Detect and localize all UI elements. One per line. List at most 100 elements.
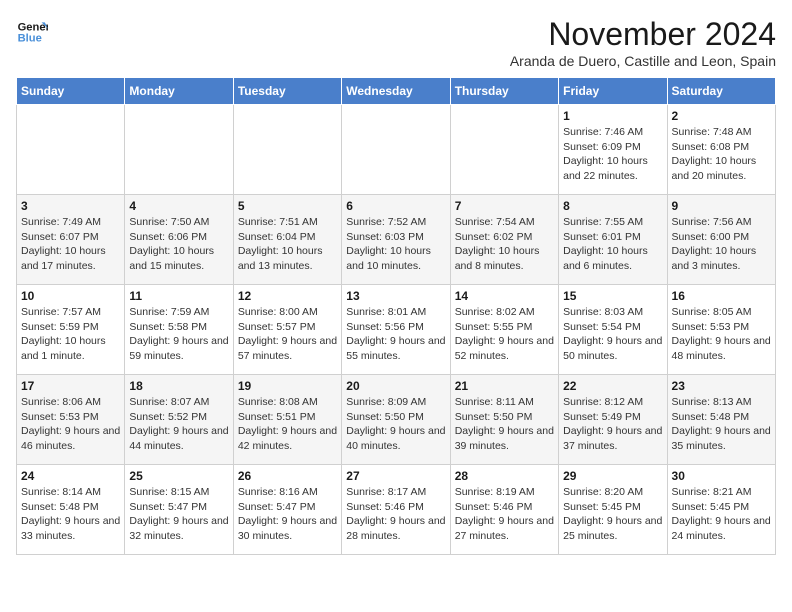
calendar-cell: 24 Sunrise: 8:14 AM Sunset: 5:48 PM Dayli… (17, 465, 125, 555)
calendar-cell (233, 105, 341, 195)
calendar-cell (450, 105, 558, 195)
day-info: Sunrise: 8:13 AM Sunset: 5:48 PM Dayligh… (672, 395, 771, 454)
weekday-header: Monday (125, 78, 233, 105)
calendar-cell: 21Sunrise: 8:11 AM Sunset: 5:50 PM Dayli… (450, 375, 558, 465)
calendar-cell: 18Sunrise: 8:07 AM Sunset: 5:52 PM Dayli… (125, 375, 233, 465)
weekday-header: Thursday (450, 78, 558, 105)
calendar-cell: 20 Sunrise: 8:09 AM Sunset: 5:50 PM Dayli… (342, 375, 450, 465)
day-number: 17 (21, 379, 120, 393)
day-info: Sunrise: 8:05 AM Sunset: 5:53 PM Dayligh… (672, 305, 771, 364)
title-area: November 2024 Aranda de Duero, Castille … (510, 16, 776, 69)
calendar-cell: 13 Sunrise: 8:01 AM Sunset: 5:56 PM Dayli… (342, 285, 450, 375)
calendar-cell: 2 Sunrise: 7:48 AM Sunset: 6:08 PM Daylig… (667, 105, 775, 195)
day-number: 8 (563, 199, 662, 213)
day-number: 3 (21, 199, 120, 213)
calendar-cell: 9 Sunrise: 7:56 AM Sunset: 6:00 PM Daylig… (667, 195, 775, 285)
day-number: 21 (455, 379, 554, 393)
calendar-week-row: 3 Sunrise: 7:49 AM Sunset: 6:07 PM Daylig… (17, 195, 776, 285)
day-info: Sunrise: 8:14 AM Sunset: 5:48 PM Dayligh… (21, 485, 120, 544)
day-info: Sunrise: 8:12 AM Sunset: 5:49 PM Dayligh… (563, 395, 662, 454)
calendar-cell: 19Sunrise: 8:08 AM Sunset: 5:51 PM Dayli… (233, 375, 341, 465)
day-number: 2 (672, 109, 771, 123)
day-info: Sunrise: 7:50 AM Sunset: 6:06 PM Dayligh… (129, 215, 228, 274)
day-number: 29 (563, 469, 662, 483)
calendar-cell: 27 Sunrise: 8:17 AM Sunset: 5:46 PM Dayli… (342, 465, 450, 555)
day-info: Sunrise: 8:16 AM Sunset: 5:47 PM Dayligh… (238, 485, 337, 544)
day-number: 5 (238, 199, 337, 213)
day-number: 27 (346, 469, 445, 483)
svg-text:Blue: Blue (18, 33, 42, 45)
day-info: Sunrise: 7:56 AM Sunset: 6:00 PM Dayligh… (672, 215, 771, 274)
day-info: Sunrise: 8:03 AM Sunset: 5:54 PM Dayligh… (563, 305, 662, 364)
calendar-week-row: 24 Sunrise: 8:14 AM Sunset: 5:48 PM Dayli… (17, 465, 776, 555)
weekday-header: Tuesday (233, 78, 341, 105)
calendar-cell: 16Sunrise: 8:05 AM Sunset: 5:53 PM Dayli… (667, 285, 775, 375)
day-number: 11 (129, 289, 228, 303)
day-info: Sunrise: 8:21 AM Sunset: 5:45 PM Dayligh… (672, 485, 771, 544)
day-info: Sunrise: 7:54 AM Sunset: 6:02 PM Dayligh… (455, 215, 554, 274)
calendar-cell: 15 Sunrise: 8:03 AM Sunset: 5:54 PM Dayli… (559, 285, 667, 375)
day-info: Sunrise: 7:55 AM Sunset: 6:01 PM Dayligh… (563, 215, 662, 274)
calendar-week-row: 17 Sunrise: 8:06 AM Sunset: 5:53 PM Dayli… (17, 375, 776, 465)
weekday-header-row: SundayMondayTuesdayWednesdayThursdayFrid… (17, 78, 776, 105)
calendar-cell: 23 Sunrise: 8:13 AM Sunset: 5:48 PM Dayli… (667, 375, 775, 465)
calendar-cell (342, 105, 450, 195)
weekday-header: Sunday (17, 78, 125, 105)
day-info: Sunrise: 7:52 AM Sunset: 6:03 PM Dayligh… (346, 215, 445, 274)
day-info: Sunrise: 8:07 AM Sunset: 5:52 PM Dayligh… (129, 395, 228, 454)
calendar-cell: 30 Sunrise: 8:21 AM Sunset: 5:45 PM Dayli… (667, 465, 775, 555)
calendar-cell: 26 Sunrise: 8:16 AM Sunset: 5:47 PM Dayli… (233, 465, 341, 555)
day-number: 4 (129, 199, 228, 213)
day-info: Sunrise: 7:46 AM Sunset: 6:09 PM Dayligh… (563, 125, 662, 184)
day-number: 24 (21, 469, 120, 483)
day-info: Sunrise: 8:09 AM Sunset: 5:50 PM Dayligh… (346, 395, 445, 454)
day-info: Sunrise: 8:06 AM Sunset: 5:53 PM Dayligh… (21, 395, 120, 454)
day-info: Sunrise: 7:49 AM Sunset: 6:07 PM Dayligh… (21, 215, 120, 274)
calendar-cell: 5 Sunrise: 7:51 AM Sunset: 6:04 PM Daylig… (233, 195, 341, 285)
day-info: Sunrise: 7:59 AM Sunset: 5:58 PM Dayligh… (129, 305, 228, 364)
day-number: 26 (238, 469, 337, 483)
day-number: 19 (238, 379, 337, 393)
day-number: 12 (238, 289, 337, 303)
day-number: 22 (563, 379, 662, 393)
logo-icon: General Blue (16, 16, 48, 48)
day-number: 30 (672, 469, 771, 483)
calendar-cell: 28Sunrise: 8:19 AM Sunset: 5:46 PM Dayli… (450, 465, 558, 555)
day-info: Sunrise: 7:57 AM Sunset: 5:59 PM Dayligh… (21, 305, 120, 364)
calendar-cell: 14 Sunrise: 8:02 AM Sunset: 5:55 PM Dayli… (450, 285, 558, 375)
day-number: 6 (346, 199, 445, 213)
day-info: Sunrise: 8:02 AM Sunset: 5:55 PM Dayligh… (455, 305, 554, 364)
day-number: 20 (346, 379, 445, 393)
logo: General Blue (16, 16, 48, 48)
day-number: 9 (672, 199, 771, 213)
calendar-cell (125, 105, 233, 195)
day-number: 7 (455, 199, 554, 213)
day-number: 25 (129, 469, 228, 483)
day-number: 1 (563, 109, 662, 123)
day-info: Sunrise: 8:15 AM Sunset: 5:47 PM Dayligh… (129, 485, 228, 544)
calendar-cell: 4 Sunrise: 7:50 AM Sunset: 6:06 PM Daylig… (125, 195, 233, 285)
weekday-header: Wednesday (342, 78, 450, 105)
day-info: Sunrise: 8:19 AM Sunset: 5:46 PM Dayligh… (455, 485, 554, 544)
day-number: 13 (346, 289, 445, 303)
day-number: 10 (21, 289, 120, 303)
day-info: Sunrise: 7:51 AM Sunset: 6:04 PM Dayligh… (238, 215, 337, 274)
calendar-week-row: 1 Sunrise: 7:46 AM Sunset: 6:09 PM Daylig… (17, 105, 776, 195)
month-title: November 2024 (510, 16, 776, 53)
calendar-cell: 25 Sunrise: 8:15 AM Sunset: 5:47 PM Dayli… (125, 465, 233, 555)
weekday-header: Friday (559, 78, 667, 105)
calendar-table: SundayMondayTuesdayWednesdayThursdayFrid… (16, 77, 776, 555)
location-subtitle: Aranda de Duero, Castille and Leon, Spai… (510, 53, 776, 69)
day-number: 14 (455, 289, 554, 303)
day-info: Sunrise: 8:01 AM Sunset: 5:56 PM Dayligh… (346, 305, 445, 364)
day-info: Sunrise: 8:17 AM Sunset: 5:46 PM Dayligh… (346, 485, 445, 544)
calendar-cell (17, 105, 125, 195)
day-info: Sunrise: 7:48 AM Sunset: 6:08 PM Dayligh… (672, 125, 771, 184)
day-number: 23 (672, 379, 771, 393)
calendar-cell: 1 Sunrise: 7:46 AM Sunset: 6:09 PM Daylig… (559, 105, 667, 195)
calendar-cell: 8 Sunrise: 7:55 AM Sunset: 6:01 PM Daylig… (559, 195, 667, 285)
calendar-cell: 12Sunrise: 8:00 AM Sunset: 5:57 PM Dayli… (233, 285, 341, 375)
calendar-cell: 11 Sunrise: 7:59 AM Sunset: 5:58 PM Dayli… (125, 285, 233, 375)
calendar-cell: 6 Sunrise: 7:52 AM Sunset: 6:03 PM Daylig… (342, 195, 450, 285)
day-number: 15 (563, 289, 662, 303)
